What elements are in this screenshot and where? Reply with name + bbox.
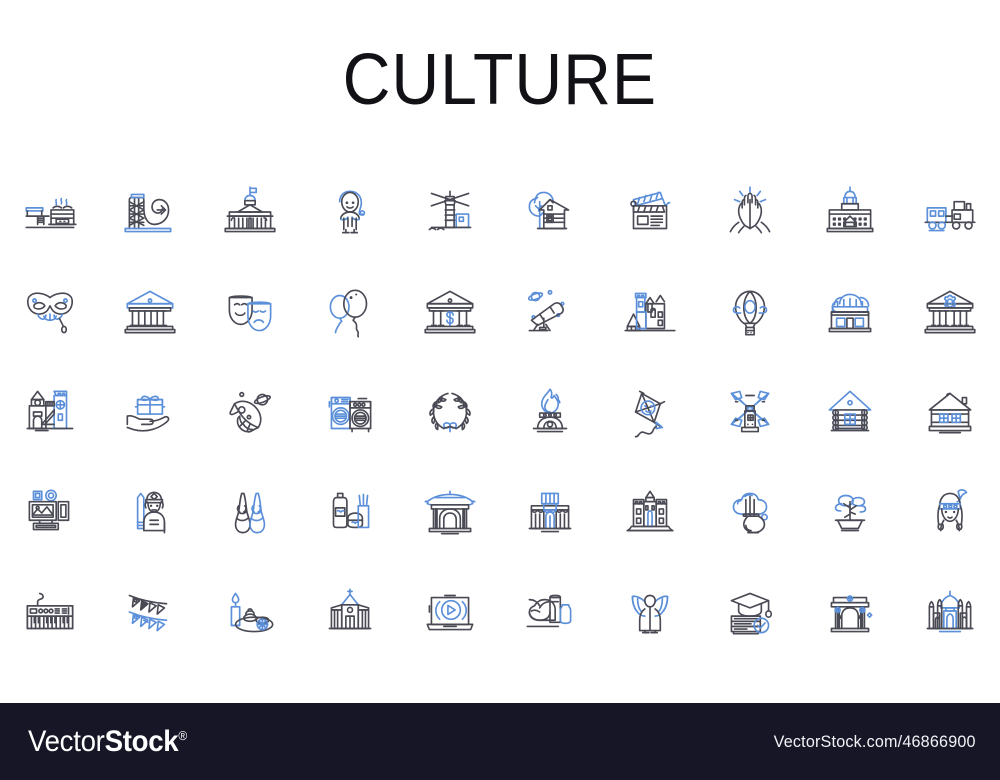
logo-text-bold: Stock xyxy=(104,724,179,758)
vectorstock-logo[interactable]: Vector Stock ® xyxy=(28,724,188,758)
bonsai-tree-icon[interactable] xyxy=(800,462,900,562)
laurel-wreath-icon[interactable] xyxy=(400,362,500,462)
praying-hands-icon[interactable] xyxy=(700,162,800,262)
synthesizer-icon[interactable] xyxy=(0,562,100,662)
hot-air-balloon-icon[interactable] xyxy=(700,262,800,362)
kite-icon[interactable] xyxy=(600,362,700,462)
theater-masks-icon[interactable] xyxy=(200,262,300,362)
castle-mansion-icon[interactable] xyxy=(600,262,700,362)
museum-gear-icon[interactable] xyxy=(900,262,1000,362)
balloons-icon[interactable] xyxy=(300,262,400,362)
telescope-icon[interactable] xyxy=(500,262,600,362)
icon-grid xyxy=(0,162,1000,662)
carnival-mask-icon[interactable] xyxy=(0,262,100,362)
logo-text-light: Vector xyxy=(28,724,105,758)
chapel-school-icon[interactable] xyxy=(300,562,400,662)
icon-sheet: CULTURE Vector Stock ® VectorStock.com/4… xyxy=(0,0,1000,780)
clapperboard-icon[interactable] xyxy=(600,162,700,262)
palace-hotel-icon[interactable] xyxy=(800,162,900,262)
angel-icon[interactable] xyxy=(600,562,700,662)
roller-coaster-icon[interactable] xyxy=(100,162,200,262)
cabin-with-tree-icon[interactable] xyxy=(500,162,600,262)
native-woman-icon[interactable] xyxy=(900,462,1000,562)
child-elf-icon[interactable] xyxy=(300,162,400,262)
page-title: CULTURE xyxy=(342,40,658,120)
icon-grid-area xyxy=(0,160,1000,780)
steam-train-icon[interactable] xyxy=(900,162,1000,262)
title-area: CULTURE xyxy=(0,0,1000,160)
windmill-icon[interactable] xyxy=(700,362,800,462)
incense-burner-icon[interactable] xyxy=(700,462,800,562)
ballet-shoes-icon[interactable] xyxy=(200,462,300,562)
footer-bar: Vector Stock ® VectorStock.com/46866900 xyxy=(0,703,1000,780)
laptop-video-icon[interactable] xyxy=(400,562,500,662)
spa-candle-stones-icon[interactable] xyxy=(200,562,300,662)
spa-cosmetics-icon[interactable] xyxy=(300,462,400,562)
gift-in-hand-icon[interactable] xyxy=(100,362,200,462)
bank-building-icon[interactable] xyxy=(400,262,500,362)
eternal-flame-icon[interactable] xyxy=(500,362,600,462)
playground-castle-icon[interactable] xyxy=(0,362,100,462)
art-gallery-icon[interactable] xyxy=(0,462,100,562)
registered-trademark-icon: ® xyxy=(178,727,188,743)
rocket-planet-icon[interactable] xyxy=(200,362,300,462)
triumphal-arch-icon[interactable] xyxy=(800,562,900,662)
laundromat-icon[interactable] xyxy=(300,362,400,462)
cottage-house-icon[interactable] xyxy=(900,362,1000,462)
greek-temple-icon[interactable] xyxy=(100,262,200,362)
taj-mahal-icon[interactable] xyxy=(900,562,1000,662)
barbecue-grill-icon[interactable] xyxy=(0,162,100,262)
lighthouse-icon[interactable] xyxy=(400,162,500,262)
log-cabin-icon[interactable] xyxy=(800,362,900,462)
knight-warrior-icon[interactable] xyxy=(100,462,200,562)
bunting-flags-icon[interactable] xyxy=(100,562,200,662)
graduation-books-icon[interactable] xyxy=(700,562,800,662)
market-stalls-icon[interactable] xyxy=(500,462,600,562)
rooftop-garden-icon[interactable] xyxy=(800,262,900,362)
capitol-building-icon[interactable] xyxy=(200,162,300,262)
footer-url[interactable]: VectorStock.com/46866900 xyxy=(774,732,976,752)
pottery-vases-icon[interactable] xyxy=(500,562,600,662)
pagoda-gate-icon[interactable] xyxy=(400,462,500,562)
sandcastle-icon[interactable] xyxy=(600,462,700,562)
